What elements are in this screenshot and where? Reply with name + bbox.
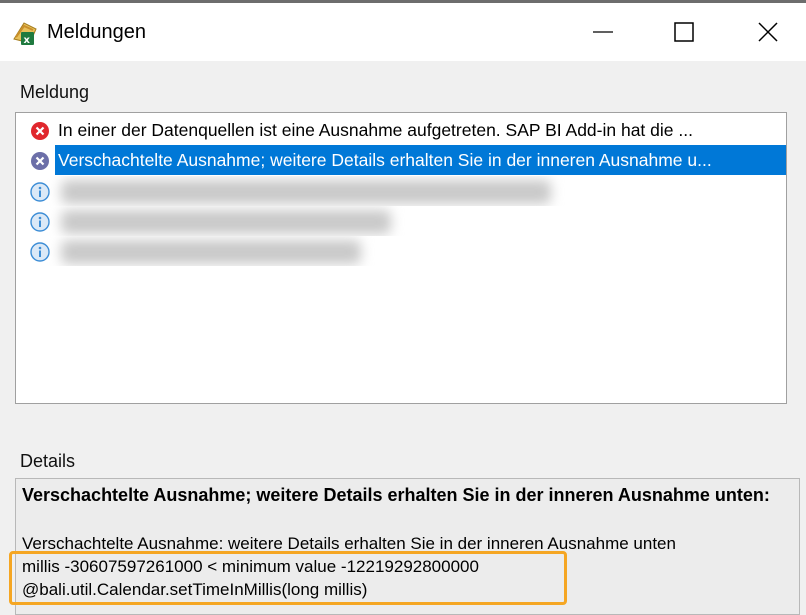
window-title: Meldungen — [47, 21, 146, 43]
details-label: Details — [20, 451, 76, 471]
maximize-icon — [674, 22, 694, 42]
messages-list[interactable]: In einer der Datenquellen ist eine Ausna… — [15, 112, 787, 404]
redacted-text — [61, 240, 361, 264]
svg-text:x: x — [24, 35, 31, 46]
excel-sap-bi-icon: x — [10, 17, 40, 47]
redacted-text — [61, 180, 551, 204]
details-heading: Verschachtelte Ausnahme; weitere Details… — [22, 485, 770, 505]
minimize-icon — [593, 31, 613, 33]
error-icon — [30, 150, 50, 170]
list-item[interactable]: In einer der Datenquellen ist eine Ausna… — [27, 115, 786, 145]
minimize-button[interactable] — [570, 6, 636, 58]
list-item-text: Verschachtelte Ausnahme; weitere Details… — [58, 150, 712, 170]
list-item[interactable] — [27, 206, 786, 236]
info-icon — [30, 211, 50, 232]
list-item-selected[interactable]: Verschachtelte Ausnahme; weitere Details… — [27, 145, 786, 175]
maximize-button[interactable] — [651, 6, 717, 58]
error-icon — [30, 120, 50, 140]
messages-label: Meldung — [20, 82, 90, 102]
close-icon — [758, 22, 778, 42]
info-icon — [30, 181, 50, 202]
title-bar[interactable]: x Meldungen — [0, 3, 806, 61]
list-item-text: In einer der Datenquellen ist eine Ausna… — [58, 120, 693, 140]
redacted-text — [61, 210, 391, 234]
close-button[interactable] — [735, 6, 801, 58]
info-icon — [30, 241, 50, 262]
list-item[interactable] — [27, 176, 786, 206]
annotation-highlight-box — [9, 551, 567, 605]
list-item[interactable] — [27, 236, 786, 266]
